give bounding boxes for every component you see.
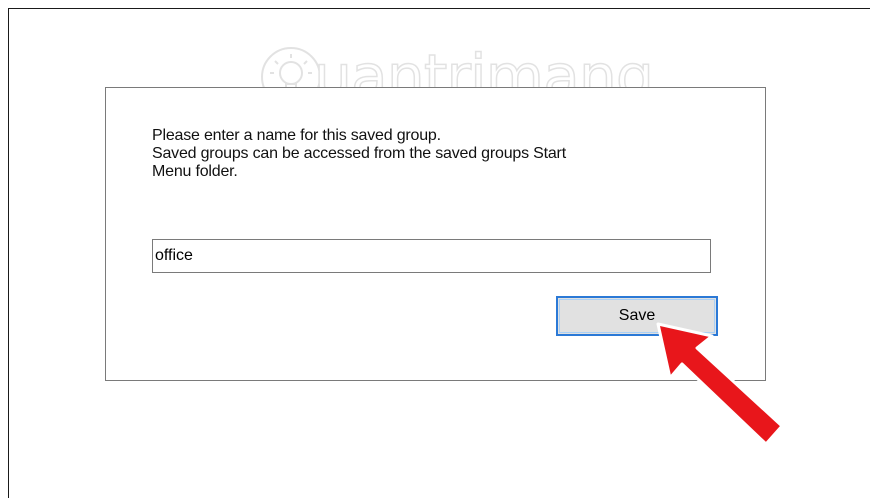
message-line-2: Saved groups can be accessed from the sa… (152, 145, 566, 162)
save-group-dialog: Please enter a name for this saved group… (105, 87, 766, 381)
message-line-3: Menu folder. (152, 163, 238, 180)
message-line-1: Please enter a name for this saved group… (152, 127, 441, 144)
dialog-message: Please enter a name for this saved group… (152, 127, 712, 181)
group-name-input[interactable] (152, 239, 711, 273)
save-button[interactable]: Save (556, 296, 718, 336)
